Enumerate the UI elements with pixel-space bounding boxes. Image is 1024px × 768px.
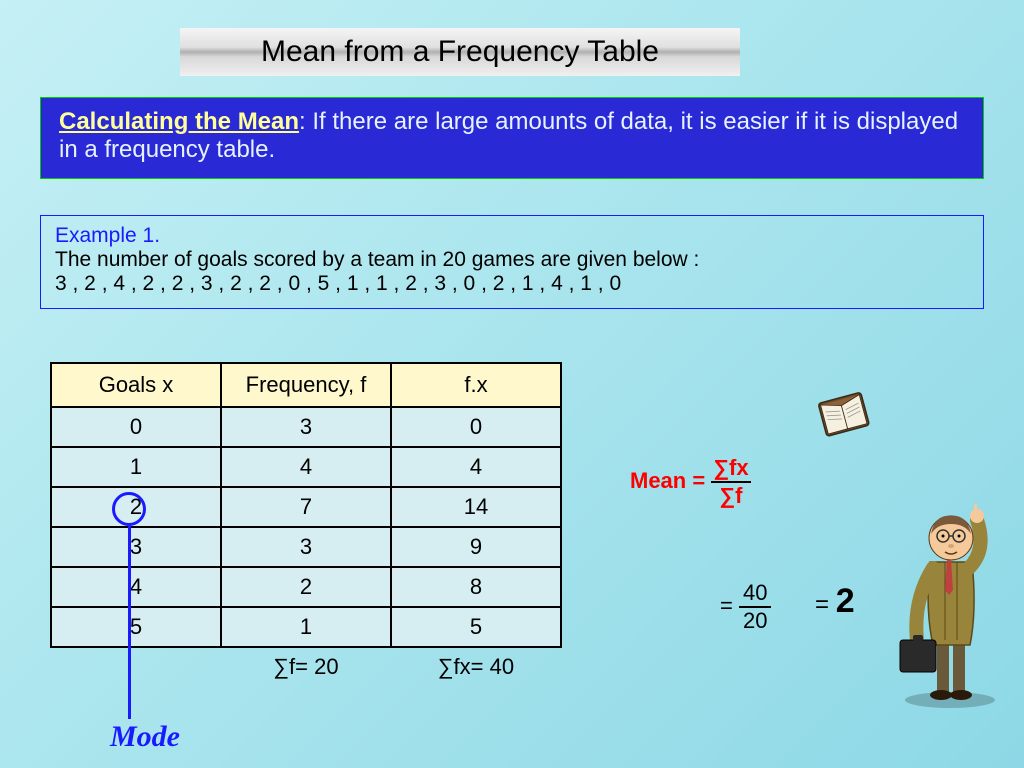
example-data: 3 , 2 , 4 , 2 , 2 , 3 , 2 , 2 , 0 , 5 , …	[55, 272, 969, 296]
calc-numerator: 40	[739, 580, 771, 608]
equals-2: =	[815, 591, 829, 618]
header-frequency: Frequency, f	[221, 363, 391, 407]
mean-calculation: = 40 20	[720, 580, 771, 634]
example-description: The number of goals scored by a team in …	[55, 248, 969, 272]
book-icon	[810, 385, 880, 445]
mean-result: = 2	[815, 582, 855, 621]
table-row: 030	[51, 407, 561, 447]
table-row: 144	[51, 447, 561, 487]
header-goals: Goals x	[51, 363, 221, 407]
mean-formula: Mean = ∑fx ∑f	[630, 455, 751, 509]
mean-denominator: ∑f	[719, 483, 742, 508]
calc-denominator: 20	[739, 608, 771, 634]
table-header-row: Goals x Frequency, f f.x	[51, 363, 561, 407]
sum-f: ∑f= 20	[221, 647, 391, 685]
mean-numerator: ∑fx	[711, 455, 750, 483]
thinking-person-icon	[895, 490, 1005, 710]
page-title: Mean from a Frequency Table	[180, 28, 740, 76]
example-box: Example 1. The number of goals scored by…	[40, 215, 984, 309]
intro-box: Calculating the Mean: If there are large…	[40, 97, 984, 179]
example-label: Example 1.	[55, 224, 969, 248]
mode-pointer-line	[128, 523, 131, 719]
header-fx: f.x	[391, 363, 561, 407]
result-value: 2	[836, 582, 855, 620]
mode-circle-annotation	[112, 492, 146, 526]
mode-label: Mode	[110, 720, 180, 754]
sum-fx: ∑fx= 40	[391, 647, 561, 685]
equals-1: =	[720, 593, 733, 618]
mean-prefix: Mean =	[630, 468, 711, 493]
intro-lead: Calculating the Mean	[59, 108, 299, 135]
